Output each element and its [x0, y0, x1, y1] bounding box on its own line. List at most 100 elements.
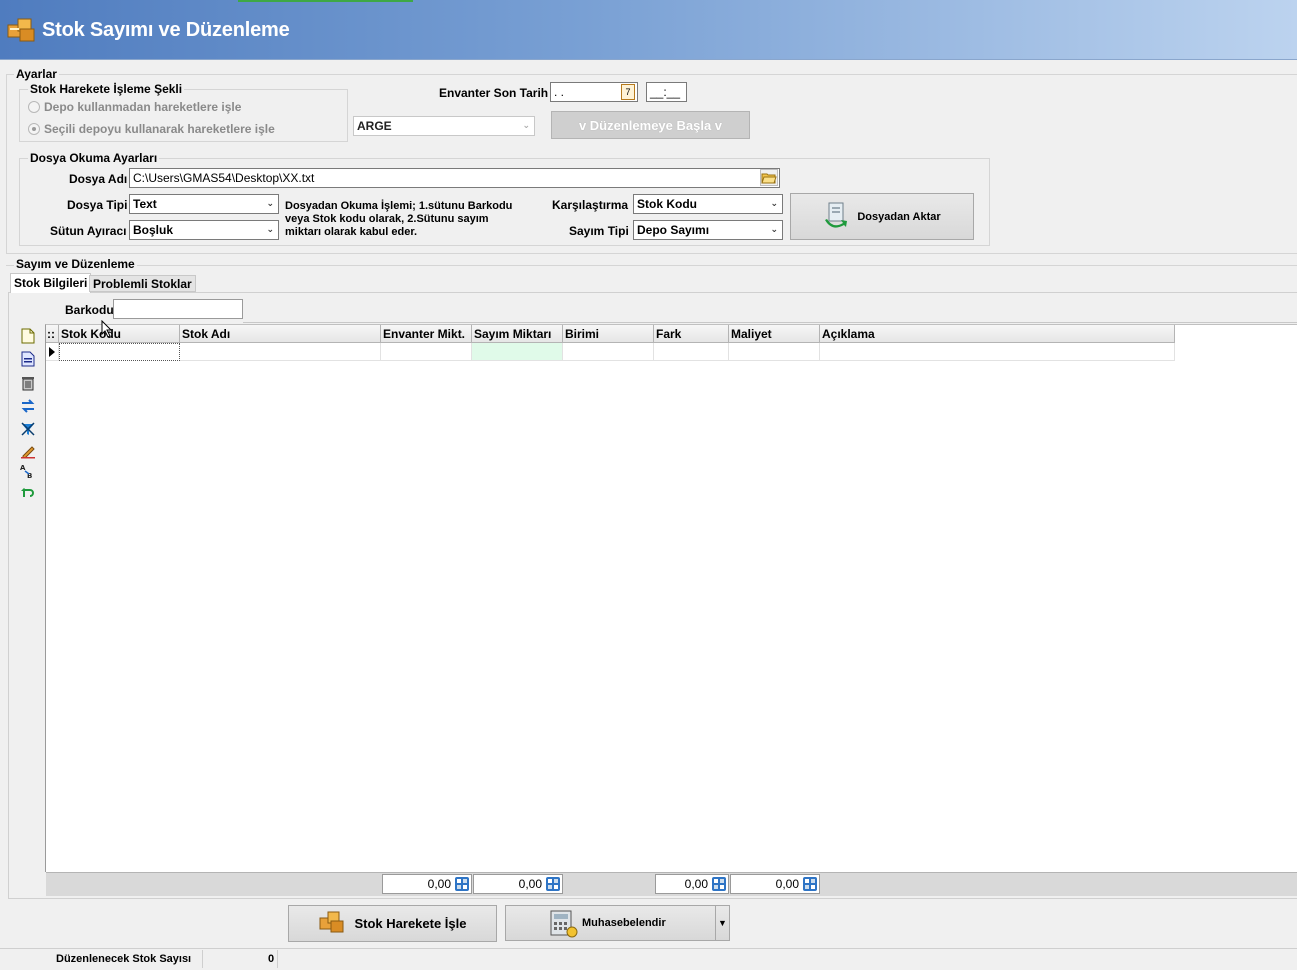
- cell-birimi[interactable]: [563, 343, 654, 361]
- cell-stok-adi[interactable]: [180, 343, 381, 361]
- svg-text:A: A: [20, 464, 26, 472]
- radio-secili-depo[interactable]: Seçili depoyu kullanarak hareketlere işl…: [28, 122, 275, 136]
- calculator-icon[interactable]: [546, 877, 560, 891]
- swap-arrows-icon[interactable]: [20, 398, 36, 414]
- col-maliyet[interactable]: Maliyet: [729, 325, 820, 343]
- date-value: . .: [554, 85, 565, 99]
- chevron-down-icon: ⌄: [770, 198, 778, 208]
- total-maliyet-value: 0,00: [775, 877, 799, 891]
- row-indicator[interactable]: [46, 343, 59, 361]
- tab-problemli-stoklar[interactable]: Problemli Stoklar: [89, 275, 196, 292]
- status-separator: [277, 950, 278, 968]
- barkod-separator: [243, 322, 1297, 323]
- sutun-label: Sütun Ayıracı: [50, 224, 127, 238]
- radio-label: Depo kullanmadan hareketlere işle: [44, 100, 242, 114]
- total-fark-value: 0,00: [684, 877, 708, 891]
- cell-fark[interactable]: [654, 343, 729, 361]
- col-stok-kodu[interactable]: Stok Kodu: [59, 325, 180, 343]
- karsilastirma-select[interactable]: Stok Kodu ⌄: [633, 194, 783, 214]
- ayarlar-legend: Ayarlar: [14, 67, 59, 81]
- col-stok-adi[interactable]: Stok Adı: [180, 325, 381, 343]
- sutun-value: Boşluk: [133, 223, 174, 237]
- depo-select[interactable]: ARGE ⌄: [353, 116, 535, 136]
- dosyadan-aktar-button[interactable]: Dosyadan Aktar: [790, 193, 974, 240]
- total-maliyet: 0,00: [730, 874, 820, 894]
- stok-hareket-legend: Stok Harekete İşleme Şekli: [28, 82, 185, 96]
- muhasebelendir-button[interactable]: Muhasebelendir ▼: [505, 905, 730, 941]
- dosya-legend: Dosya Okuma Ayarları: [28, 151, 160, 165]
- tab-stok-bilgileri[interactable]: Stok Bilgileri: [10, 273, 92, 293]
- undo-icon[interactable]: [20, 484, 36, 500]
- folder-open-icon[interactable]: [760, 169, 778, 186]
- cell-sayim-miktari[interactable]: [472, 343, 563, 361]
- muhasebelendir-label: Muhasebelendir: [582, 917, 666, 929]
- stock-boxes-icon: [318, 909, 346, 938]
- progress-strip: [238, 0, 413, 2]
- dosya-tipi-select[interactable]: Text ⌄: [129, 194, 279, 214]
- total-sayim-value: 0,00: [518, 877, 542, 891]
- edit-document-icon[interactable]: [20, 351, 36, 367]
- sayim-tipi-value: Depo Sayımı: [637, 223, 710, 237]
- radio-label: Seçili depoyu kullanarak hareketlere işl…: [44, 122, 275, 136]
- envanter-date-input[interactable]: . . 7: [550, 82, 638, 102]
- clear-filter-icon[interactable]: [20, 421, 36, 437]
- sayim-legend: Sayım ve Düzenleme: [14, 257, 137, 271]
- cell-envanter-mikt[interactable]: [381, 343, 472, 361]
- col-fark[interactable]: Fark: [654, 325, 729, 343]
- col-sayim-miktari[interactable]: Sayım Miktarı: [472, 325, 563, 343]
- status-value: 0: [268, 953, 275, 965]
- sayim-tipi-select[interactable]: Depo Sayımı ⌄: [633, 220, 783, 240]
- dosya-adi-value: C:\Users\GMAS54\Desktop\XX.txt: [133, 171, 315, 185]
- dosya-info-text: Dosyadan Okuma İşlemi; 1.sütunu Barkodu …: [285, 200, 513, 238]
- sayim-separator: [6, 265, 1297, 266]
- chevron-down-icon: ⌄: [266, 224, 274, 234]
- calculator-icon[interactable]: [712, 877, 726, 891]
- cell-aciklama[interactable]: [820, 343, 1175, 361]
- radio-depo-kullanmadan[interactable]: Depo kullanmadan hareketlere işle: [28, 100, 241, 114]
- window-title: Stok Sayımı ve Düzenleme: [42, 19, 290, 41]
- dosya-adi-label: Dosya Adı: [69, 172, 128, 186]
- calculator-icon[interactable]: [455, 877, 469, 891]
- calculator-icon[interactable]: [803, 877, 817, 891]
- accounting-calculator-icon: [548, 909, 580, 942]
- barkod-input[interactable]: [113, 299, 243, 319]
- cell-stok-kodu[interactable]: [59, 343, 180, 361]
- col-birimi[interactable]: Birimi: [563, 325, 654, 343]
- delete-trash-icon[interactable]: [20, 375, 36, 391]
- stock-boxes-icon: [6, 15, 38, 45]
- stok-harekete-isle-button[interactable]: Stok Harekete İşle: [288, 905, 497, 942]
- mouse-cursor-icon: [101, 319, 113, 341]
- col-envanter-mikt[interactable]: Envanter Mikt.: [381, 325, 472, 343]
- calendar-icon[interactable]: 7: [621, 84, 635, 100]
- chevron-down-icon: ⌄: [522, 120, 530, 130]
- col-aciklama[interactable]: Açıklama: [820, 325, 1175, 343]
- envanter-time-input[interactable]: __:__: [646, 82, 687, 102]
- dosya-adi-input[interactable]: C:\Users\GMAS54\Desktop\XX.txt: [129, 168, 780, 188]
- radio-circle[interactable]: [28, 123, 40, 135]
- sayim-tipi-label: Sayım Tipi: [569, 224, 629, 238]
- radio-circle[interactable]: [28, 101, 40, 113]
- dosya-tipi-value: Text: [133, 197, 157, 211]
- total-fark: 0,00: [655, 874, 729, 894]
- total-envanter-value: 0,00: [427, 877, 451, 891]
- chevron-down-icon: ⌄: [266, 198, 274, 208]
- replace-text-icon[interactable]: AB: [20, 463, 36, 479]
- stok-harekete-label: Stok Harekete İşle: [354, 916, 467, 931]
- chevron-down-icon: ⌄: [770, 224, 778, 234]
- dosya-tipi-label: Dosya Tipi: [67, 198, 128, 212]
- barkod-label: Barkodu: [65, 303, 114, 317]
- karsilastirma-value: Stok Kodu: [637, 197, 697, 211]
- sutun-ayiraci-select[interactable]: Boşluk ⌄: [129, 220, 279, 240]
- start-editing-button[interactable]: v Düzenlemeye Başla v: [551, 111, 750, 139]
- import-file-icon: [823, 201, 851, 232]
- stock-grid[interactable]: :: Stok Kodu Stok Adı Envanter Mikt. Say…: [45, 324, 1297, 872]
- cell-maliyet[interactable]: [729, 343, 820, 361]
- dropdown-split[interactable]: ▼: [715, 906, 729, 940]
- total-sayim: 0,00: [473, 874, 563, 894]
- total-envanter: 0,00: [382, 874, 472, 894]
- row-pointer-icon: [49, 347, 55, 357]
- pencil-edit-icon[interactable]: [20, 443, 36, 459]
- new-record-icon[interactable]: [20, 328, 36, 344]
- dosyadan-aktar-label: Dosyadan Aktar: [857, 210, 941, 223]
- status-bar: [0, 948, 1297, 970]
